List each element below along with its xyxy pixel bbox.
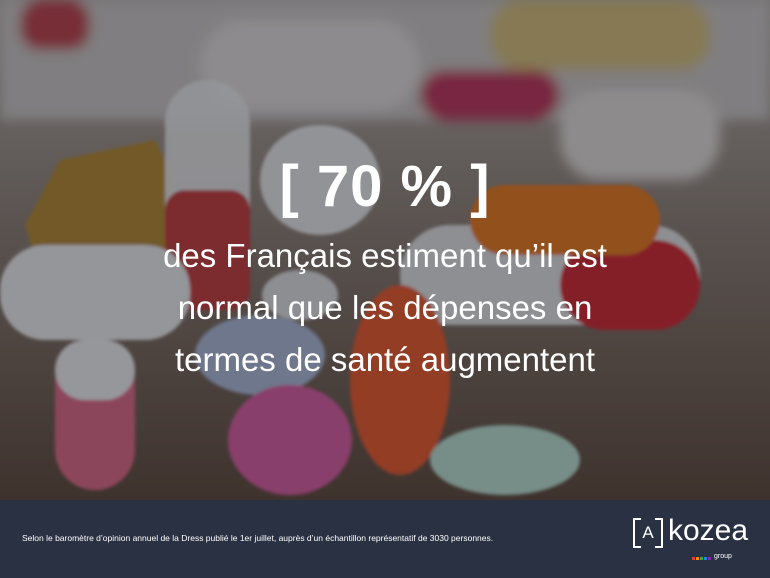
footer-bar: Selon le baromètre d’opinion annuel de l… (0, 500, 770, 578)
right-bracket (655, 518, 663, 548)
logo-dot (692, 557, 695, 560)
headline-block: [ 70 % ] des Français estiment qu’il est… (0, 150, 770, 386)
logo-subtitle: group (714, 553, 732, 560)
logo-dot (696, 557, 699, 560)
statistic-caption: des Français estiment qu’il est normal q… (0, 230, 770, 386)
caption-line: des Français estiment qu’il est (163, 237, 607, 274)
infographic-card: [ 70 % ] des Français estiment qu’il est… (0, 0, 770, 578)
kozea-logo: A kozea group (628, 514, 749, 566)
logo-dot (708, 557, 711, 560)
logo-color-dots (692, 557, 712, 561)
caption-line: normal que les dépenses en (177, 289, 593, 326)
statistic-value: [ 70 % ] (279, 154, 491, 219)
logo-wordmark: kozea (668, 514, 749, 547)
source-note: Selon le baromètre d’opinion annuel de l… (22, 533, 494, 543)
logo-bracket-mark: A (633, 518, 663, 550)
logo-dot (704, 557, 707, 560)
caption-line: termes de santé augmentent (174, 341, 596, 378)
logo-dot (700, 557, 703, 560)
